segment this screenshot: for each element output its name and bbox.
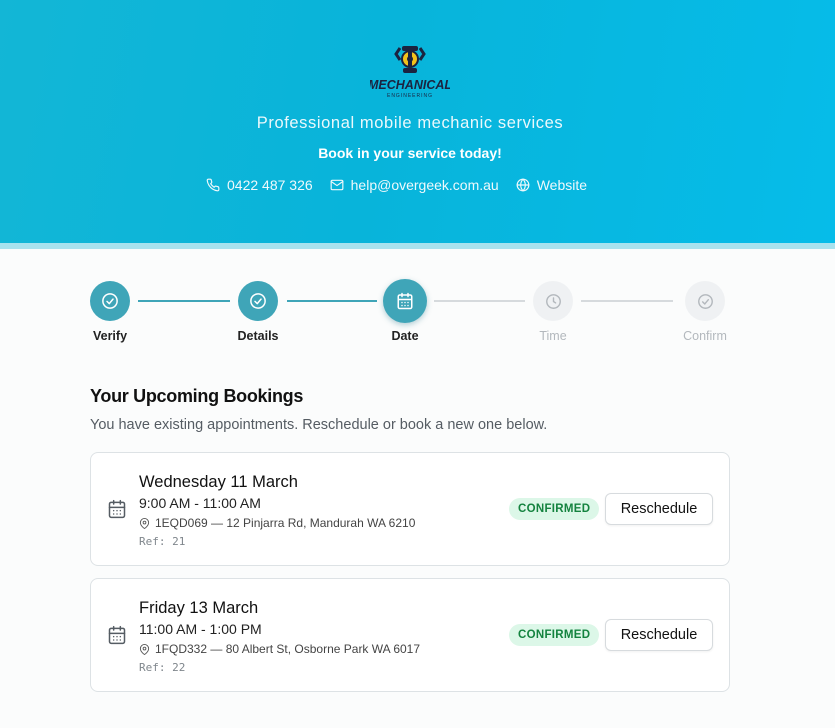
website-label: Website <box>536 177 588 193</box>
tagline: Professional mobile mechanic services <box>256 114 564 132</box>
bookings-description: You have existing appointments. Reschedu… <box>90 417 548 433</box>
calendar-icon <box>397 292 413 310</box>
status-badge: CONFIRMED <box>509 498 600 520</box>
booking-ref: Ref: 21 <box>139 535 186 548</box>
step-connector <box>581 300 673 302</box>
company-logo: MECHANICAL ENGINEERING <box>368 42 452 100</box>
map-pin-icon <box>139 517 150 529</box>
booking-card: Wednesday 11 March 9:00 AM - 11:00 AM 1E… <box>90 452 730 566</box>
check-circle-icon <box>697 293 713 309</box>
booking-date: Friday 13 March <box>139 599 259 617</box>
contact-links: 0422 487 326 help@overgeek.com.au Websit… <box>206 176 604 194</box>
email-link[interactable]: help@overgeek.com.au <box>330 177 499 193</box>
step-details-label: Details <box>237 329 279 343</box>
check-circle-icon <box>250 293 266 309</box>
booking-time: 9:00 AM - 11:00 AM <box>139 495 261 511</box>
email-address: help@overgeek.com.au <box>350 177 499 193</box>
step-connector <box>434 300 525 302</box>
bookings-heading: Your Upcoming Bookings <box>90 386 304 406</box>
step-details: Details <box>223 281 293 343</box>
booking-card: Friday 13 March 11:00 AM - 1:00 PM 1FQD3… <box>90 578 730 692</box>
booking-address: 1FQD332 — 80 Albert St, Osborne Park WA … <box>139 642 420 656</box>
step-time: Time <box>518 281 588 343</box>
logo-emblem-icon <box>394 46 426 73</box>
globe-icon <box>516 178 530 192</box>
step-confirm-label: Confirm <box>683 329 727 343</box>
calendar-icon <box>108 499 126 519</box>
map-pin-icon <box>139 643 150 655</box>
step-time-indicator <box>533 281 573 321</box>
booking-address-text: 1FQD332 — 80 Albert St, Osborne Park WA … <box>155 642 421 656</box>
step-date-indicator <box>383 279 427 323</box>
call-to-action-text: Book in your service today! <box>318 145 502 161</box>
header-banner: MECHANICAL ENGINEERING Professional mobi… <box>0 0 835 243</box>
booking-ref: Ref: 22 <box>139 661 186 674</box>
phone-icon <box>206 178 220 192</box>
reschedule-button[interactable]: Reschedule <box>605 619 713 651</box>
step-time-label: Time <box>539 329 567 343</box>
step-date-label: Date <box>391 329 419 343</box>
calendar-icon <box>108 625 126 645</box>
header-divider <box>0 243 835 249</box>
website-link[interactable]: Website <box>516 177 587 193</box>
step-confirm: Confirm <box>670 281 740 343</box>
booking-address: 1EQD069 — 12 Pinjarra Rd, Mandurah WA 62… <box>139 516 415 530</box>
step-verify-indicator <box>90 281 130 321</box>
step-verify: Verify <box>75 281 145 343</box>
booking-address-text: 1EQD069 — 12 Pinjarra Rd, Mandurah WA 62… <box>155 516 416 530</box>
step-confirm-indicator <box>685 281 725 321</box>
step-details-indicator <box>238 281 278 321</box>
mail-icon <box>330 179 344 191</box>
phone-number: 0422 487 326 <box>227 177 313 193</box>
reschedule-button[interactable]: Reschedule <box>605 493 713 525</box>
clock-icon <box>545 293 561 309</box>
step-verify-label: Verify <box>92 329 128 343</box>
booking-time: 11:00 AM - 1:00 PM <box>139 621 262 637</box>
svg-text:MECHANICAL: MECHANICAL <box>370 78 450 92</box>
status-badge: CONFIRMED <box>509 624 600 646</box>
step-date: Date <box>370 279 440 343</box>
step-connector <box>138 300 230 302</box>
check-circle-icon <box>102 293 118 309</box>
phone-link[interactable]: 0422 487 326 <box>206 177 313 193</box>
step-connector <box>287 300 377 302</box>
booking-date: Wednesday 11 March <box>139 473 298 491</box>
svg-text:ENGINEERING: ENGINEERING <box>387 93 433 99</box>
